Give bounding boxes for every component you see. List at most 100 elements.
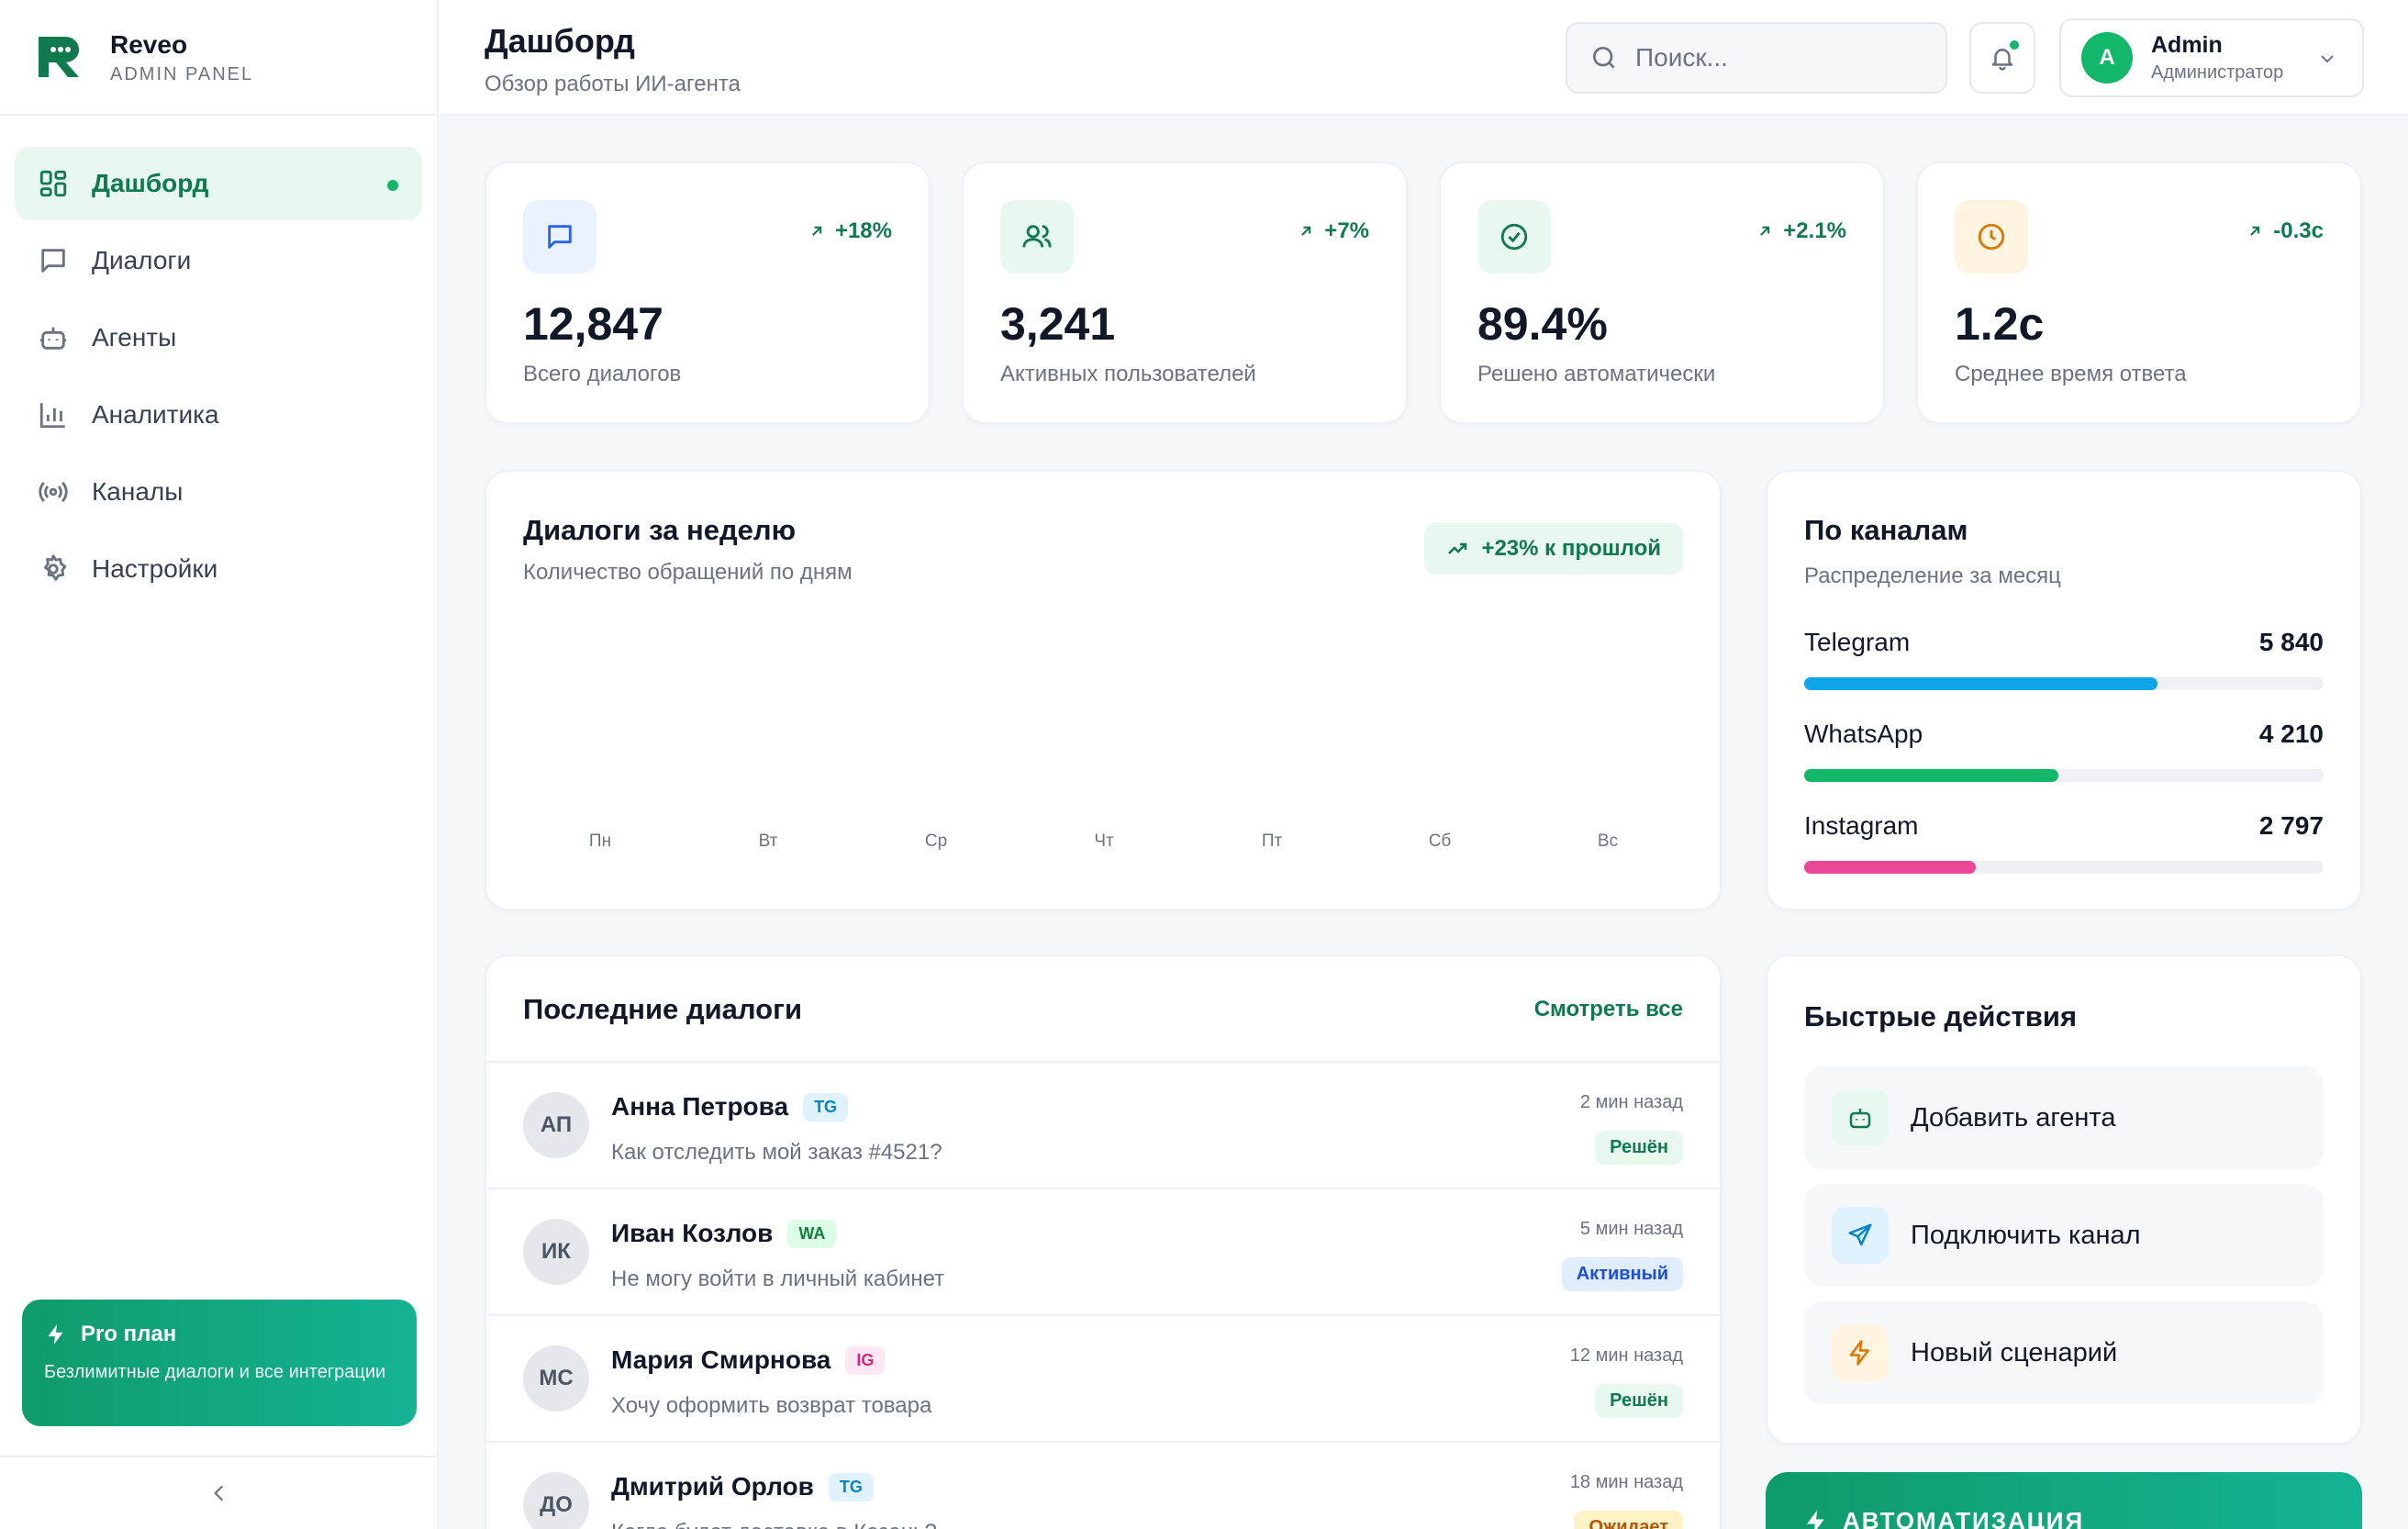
stat-change-value: +18% [834,218,892,243]
channel-row-telegram: Telegram 5 840 [1804,628,2324,690]
avatar: АП [523,1092,589,1158]
channel-value: 2 797 [2258,811,2324,840]
pro-plan-card[interactable]: Pro план Безлимитные диалоги и все интег… [22,1300,417,1426]
sidebar-item-settings[interactable]: Настройки [15,532,422,606]
connect-channel-button[interactable]: Подключить канал [1804,1184,2324,1287]
sidebar-item-dialogs[interactable]: Диалоги [15,224,422,297]
chat-bubble-icon [523,200,596,273]
dialog-row[interactable]: ДО Дмитрий Орлов TG Когда будет доставка… [486,1441,1720,1529]
view-all-link[interactable]: Смотреть все [1534,997,1683,1022]
dialog-message: Как отследить мой заказ #4521? [611,1140,942,1165]
channel-name: Instagram [1804,811,1919,840]
sidebar-item-label: Агенты [92,323,177,352]
channels-subtitle: Распределение за месяц [1804,564,2061,588]
quick-actions-title: Быстрые действия [1804,1000,2078,1032]
stat-card-users: +7% 3,241 Активных пользователей [962,162,1408,424]
channels-title: По каналам [1804,514,1968,546]
lightning-icon [48,1324,63,1345]
channel-progress-track [1804,769,2324,782]
avatar: ДО [523,1472,589,1529]
channels-card: По каналам Распределение за месяц Telegr… [1766,470,2362,910]
avatar: A [2081,32,2133,84]
weekly-trend-badge: +23% к прошлой [1424,523,1683,575]
chevron-down-icon [2321,55,2334,63]
dialog-contact-name: Дмитрий Орлов [611,1472,814,1501]
check-circle-icon [1477,200,1551,273]
channel-tag: TG [803,1092,849,1122]
user-role: Администратор [2151,62,2284,83]
automation-title-text: АВТОМАТИЗАЦИЯ [1843,1507,2085,1529]
channel-name: WhatsApp [1804,720,1923,748]
dialog-contact-name: Анна Петрова [611,1092,789,1121]
sidebar-item-label: Дашборд [92,169,209,197]
brand[interactable]: Reveo ADMIN PANEL [0,0,437,116]
stat-value: 1.2с [1955,298,2045,350]
search-input[interactable] [1635,43,1929,73]
stat-label: Среднее время ответа [1955,362,2187,386]
status-badge: Решён [1595,1384,1683,1418]
weekly-dialogs-title: Диалоги за неделю [523,514,797,546]
new-scenario-button[interactable]: Новый сценарий [1804,1301,2324,1404]
sidebar-item-label: Каналы [92,477,184,506]
recent-dialogs-card: Последние диалоги Смотреть все АП Анна П… [485,954,1722,1529]
search-icon [1593,47,1615,69]
day-label: Вт [758,831,778,851]
top-header: Дашборд Обзор работы ИИ-агента A Admin А… [439,0,2408,116]
arrow-up-right-icon [2250,226,2260,236]
sidebar-item-channels[interactable]: Каналы [15,455,422,529]
status-badge: Решён [1595,1131,1683,1165]
dialog-message: Когда будет доставка в Казань? [611,1520,937,1529]
brand-subtitle: ADMIN PANEL [110,63,254,84]
sidebar-item-label: Настройки [92,554,218,583]
arrow-up-right-icon [1301,226,1311,236]
channel-row-whatsapp: WhatsApp 4 210 [1804,720,2324,782]
dialog-row[interactable]: АП Анна Петрова TG Как отследить мой зак… [486,1061,1720,1188]
day-label: Ср [924,831,948,851]
stat-value: 3,241 [1000,298,1116,350]
avatar: МС [523,1345,589,1412]
dialog-time: 18 мин назад [1569,1472,1683,1492]
day-label: Пт [1261,831,1283,851]
pro-plan-title-text: Pro план [81,1322,177,1346]
day-label: Пн [588,831,612,851]
robot-icon [1832,1089,1889,1146]
arrow-up-right-icon [812,226,822,236]
page-title: Дашборд [485,22,635,60]
stat-change: -0.3с [2246,218,2324,244]
channel-value: 5 840 [2258,628,2324,656]
channel-tag: WA [787,1219,837,1248]
dialog-contact: Анна Петрова TG [611,1092,849,1122]
automation-banner[interactable]: АВТОМАТИЗАЦИЯ [1766,1472,2362,1529]
pro-plan-title: Pro план [44,1322,395,1347]
channel-progress-track [1804,861,2324,874]
connect-channel-label: Подключить канал [1911,1220,2141,1250]
automation-title: АВТОМАТИЗАЦИЯ [1802,1507,2084,1529]
channel-progress-fill [1804,677,2157,690]
stat-label: Решено автоматически [1477,362,1716,386]
sidebar-item-analytics[interactable]: Аналитика [15,378,422,452]
dialog-row[interactable]: МС Мария Смирнова IG Хочу оформить возвр… [486,1314,1720,1441]
search-box[interactable] [1566,22,1947,94]
sidebar-collapse-button[interactable] [0,1456,439,1529]
sidebar-item-agents[interactable]: Агенты [15,301,422,374]
dialog-row[interactable]: ИК Иван Козлов WA Не могу войти в личный… [486,1188,1720,1314]
user-menu[interactable]: A Admin Администратор [2059,18,2364,97]
dialog-message: Не могу войти в личный кабинет [611,1267,945,1291]
arrow-up-right-icon [1760,226,1770,236]
active-indicator-dot [387,180,398,191]
notifications-button[interactable] [1969,22,2035,94]
add-agent-button[interactable]: Добавить агента [1804,1066,2324,1169]
sidebar-item-label: Диалоги [92,246,192,274]
new-scenario-label: Новый сценарий [1911,1337,2118,1367]
channel-progress-fill [1804,861,1976,874]
stat-change-value: -0.3с [2273,218,2324,243]
user-name: Admin [2151,32,2223,58]
weekly-trend-text: +23% к прошлой [1481,536,1661,561]
sidebar-item-dashboard[interactable]: Дашборд [15,147,422,220]
status-badge: Активный [1561,1257,1683,1291]
brand-name: Reveo [110,29,188,59]
chat-bubble-icon [37,244,70,277]
sidebar-nav: Дашборд Диалоги Агенты Аналитика Каналы … [0,116,437,606]
stat-card-response-time: -0.3с 1.2с Среднее время ответа [1916,162,2362,424]
dialog-time: 12 мин назад [1569,1345,1683,1366]
